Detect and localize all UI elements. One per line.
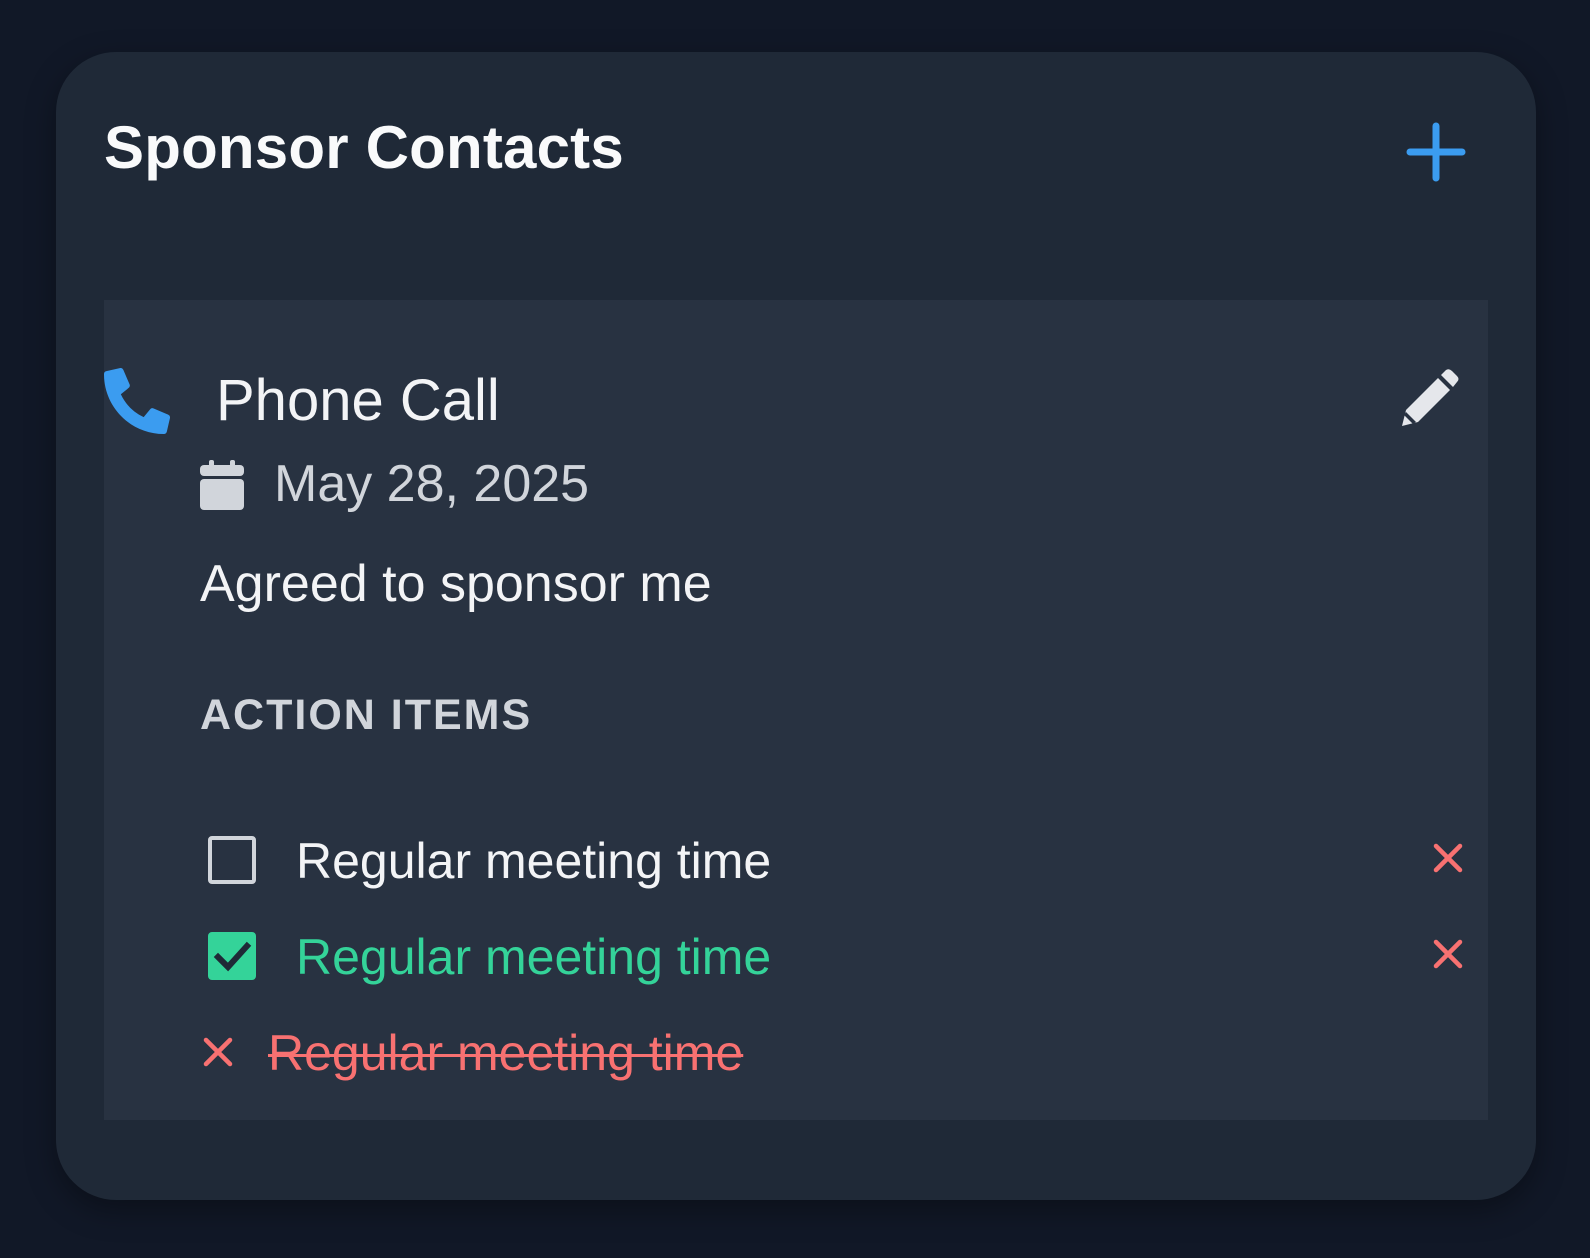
action-item: Regular meeting time (200, 928, 1470, 988)
sponsor-contacts-card: Sponsor Contacts Phone Call May 28, 2025… (56, 52, 1536, 1200)
action-item-checkbox[interactable] (208, 836, 256, 884)
plus-icon[interactable] (1406, 122, 1466, 182)
contact-date: May 28, 2025 (274, 455, 590, 513)
card-title: Sponsor Contacts (104, 114, 624, 181)
action-item-text: Regular meeting time (296, 833, 772, 889)
remove-x-icon[interactable] (1432, 842, 1464, 874)
action-item-checkbox-checked[interactable] (208, 932, 256, 980)
contact-type: Phone Call (216, 368, 500, 433)
cancelled-x-icon (203, 1037, 233, 1067)
phone-icon (104, 368, 170, 434)
calendar-icon (200, 460, 244, 510)
remove-x-icon[interactable] (1432, 938, 1464, 970)
checkmark-icon (213, 941, 252, 972)
action-items-heading: ACTION ITEMS (200, 691, 533, 739)
action-item-text: Regular meeting time (296, 929, 772, 985)
action-item: Regular meeting time (200, 832, 1470, 892)
contact-note: Agreed to sponsor me (200, 555, 712, 613)
pencil-icon[interactable] (1396, 368, 1460, 432)
action-item: Regular meeting time (200, 1024, 1470, 1084)
contact-entry: Phone Call May 28, 2025 Agreed to sponso… (104, 300, 1488, 1120)
action-item-text: Regular meeting time (268, 1025, 744, 1081)
